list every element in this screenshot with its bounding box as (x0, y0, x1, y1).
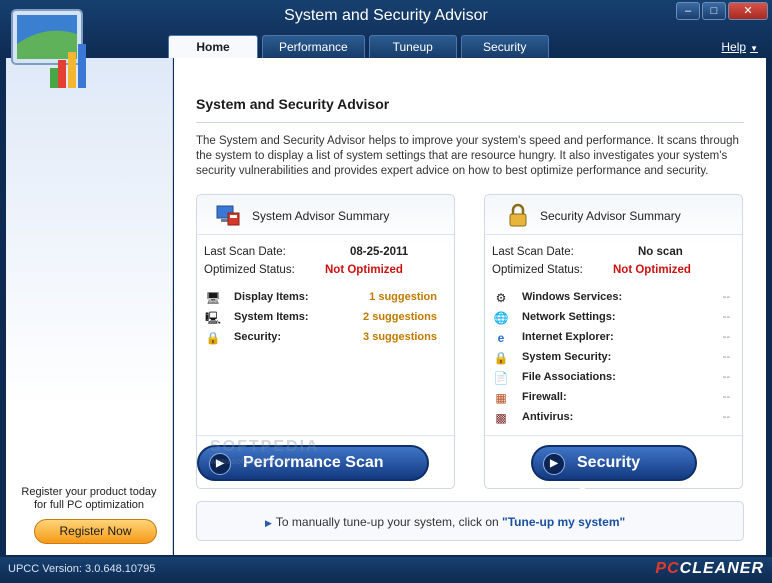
internet-explorer-icon: e (497, 331, 505, 345)
card-title: Security Advisor Summary (540, 209, 681, 223)
tab-security[interactable]: Security (460, 35, 549, 58)
last-scan-value: No scan (638, 246, 683, 258)
item-label: Firewall: (522, 391, 567, 403)
tab-performance[interactable]: Performance (262, 35, 365, 58)
title-bar: System and Security Advisor – □ ✕ (0, 0, 772, 34)
item-label: File Associations: (522, 371, 616, 383)
register-now-button[interactable]: Register Now (34, 519, 157, 544)
pc-cleaner-logo: PCCLEANER (655, 560, 764, 578)
help-label: Help (721, 40, 747, 54)
item-value: 1 suggestion (369, 291, 437, 303)
close-button[interactable]: ✕ (728, 2, 768, 20)
item-value: 2 suggestions (363, 311, 437, 323)
item-value: -- (722, 311, 730, 323)
maximize-button[interactable]: □ (702, 2, 726, 20)
card-header: System Advisor Summary (197, 195, 454, 235)
card-divider (197, 435, 454, 436)
optimized-status-label: Optimized Status: (492, 264, 583, 276)
file-icon: 📄 (493, 371, 509, 385)
item-label: Network Settings: (522, 311, 616, 323)
register-prompt: Register your product today for full PC … (6, 486, 172, 512)
help-menu[interactable]: Help ▼ (721, 40, 758, 54)
tab-home[interactable]: Home (168, 35, 258, 58)
tuneup-hint-text: To manually tune-up your system, click o… (275, 515, 503, 529)
network-icon: 🌐 (493, 311, 509, 325)
last-scan-label: Last Scan Date: (492, 246, 574, 258)
window-title: System and Security Advisor (284, 7, 488, 24)
item-label: Security: (234, 331, 282, 343)
page-description: The System and Security Advisor helps to… (196, 135, 739, 177)
watermark: SOFTPEDIA www.softpedia.com (210, 438, 320, 466)
optimized-status-value: Not Optimized (613, 264, 691, 276)
last-scan-value: 08-25-2011 (350, 246, 409, 258)
tab-tuneup[interactable]: Tuneup (368, 35, 457, 58)
brand-name: CLEANER (679, 560, 764, 577)
security-scan-button[interactable]: ▶ Security Scan (531, 445, 697, 503)
antivirus-icon: ▩ (495, 411, 507, 425)
register-prompt-line2: for full PC optimization (33, 499, 145, 511)
optimized-status-label: Optimized Status: (204, 264, 295, 276)
optimized-status-value: Not Optimized (325, 264, 403, 276)
security-advisor-card: Security Advisor Summary Last Scan Date:… (484, 194, 743, 503)
item-label: Display Items: (234, 291, 309, 303)
app-window: System and Security Advisor – □ ✕ Home P… (0, 0, 772, 583)
item-value: -- (722, 391, 730, 403)
status-bar: UPCC Version: 3.0.648.10795 PCCLEANER (0, 557, 772, 583)
lock-icon: 🔒 (493, 351, 509, 365)
item-label: System Items: (234, 311, 309, 323)
security-scan-label: Security Scan (577, 454, 641, 503)
item-label: Internet Explorer: (522, 331, 614, 343)
card-divider (485, 435, 742, 436)
item-value: -- (722, 371, 730, 383)
display-icon: 🖥 (205, 291, 221, 305)
security-icon: 🔒 (205, 331, 221, 345)
item-label: Antivirus: (522, 411, 574, 423)
tuneup-hint-box: ▶ To manually tune-up your system, click … (196, 501, 744, 541)
item-value: -- (722, 331, 730, 343)
version-text: UPCC Version: 3.0.648.10795 (8, 563, 156, 575)
tuneup-hint: ▶ To manually tune-up your system, click … (265, 515, 625, 529)
item-value: -- (722, 411, 730, 423)
title-divider (196, 122, 744, 123)
system-icon: 🖳 (205, 311, 222, 325)
brand-pc: PC (655, 560, 680, 577)
main-panel: System and Security Advisor The System a… (174, 58, 766, 555)
windows-services-icon: ⚙ (495, 291, 507, 305)
card-title: System Advisor Summary (252, 209, 390, 223)
item-value: 3 suggestions (363, 331, 437, 343)
item-value: -- (722, 291, 730, 303)
register-prompt-line1: Register your product today (21, 486, 157, 498)
play-icon: ▶ (543, 453, 565, 475)
sidebar: Register your product today for full PC … (6, 58, 173, 555)
watermark-url: www.softpedia.com (210, 456, 288, 466)
card-header: Security Advisor Summary (485, 195, 742, 235)
app-logo-icon (11, 9, 86, 88)
minimize-button[interactable]: – (676, 2, 700, 20)
firewall-icon: ▦ (495, 391, 507, 405)
chevron-down-icon: ▼ (750, 44, 758, 53)
computer-shield-icon (216, 205, 240, 226)
item-label: Windows Services: (522, 291, 623, 303)
last-scan-label: Last Scan Date: (204, 246, 286, 258)
main-tabs: Home Performance Tuneup Security (168, 35, 549, 58)
window-controls: – □ ✕ (676, 2, 768, 20)
watermark-text: SOFTPEDIA (210, 438, 320, 455)
arrow-right-icon: ▶ (265, 518, 272, 528)
padlock-icon (509, 203, 527, 227)
item-label: System Security: (522, 351, 612, 363)
tuneup-my-system-link[interactable]: "Tune-up my system" (502, 515, 625, 529)
item-value: -- (722, 351, 730, 363)
page-title: System and Security Advisor (196, 96, 390, 112)
